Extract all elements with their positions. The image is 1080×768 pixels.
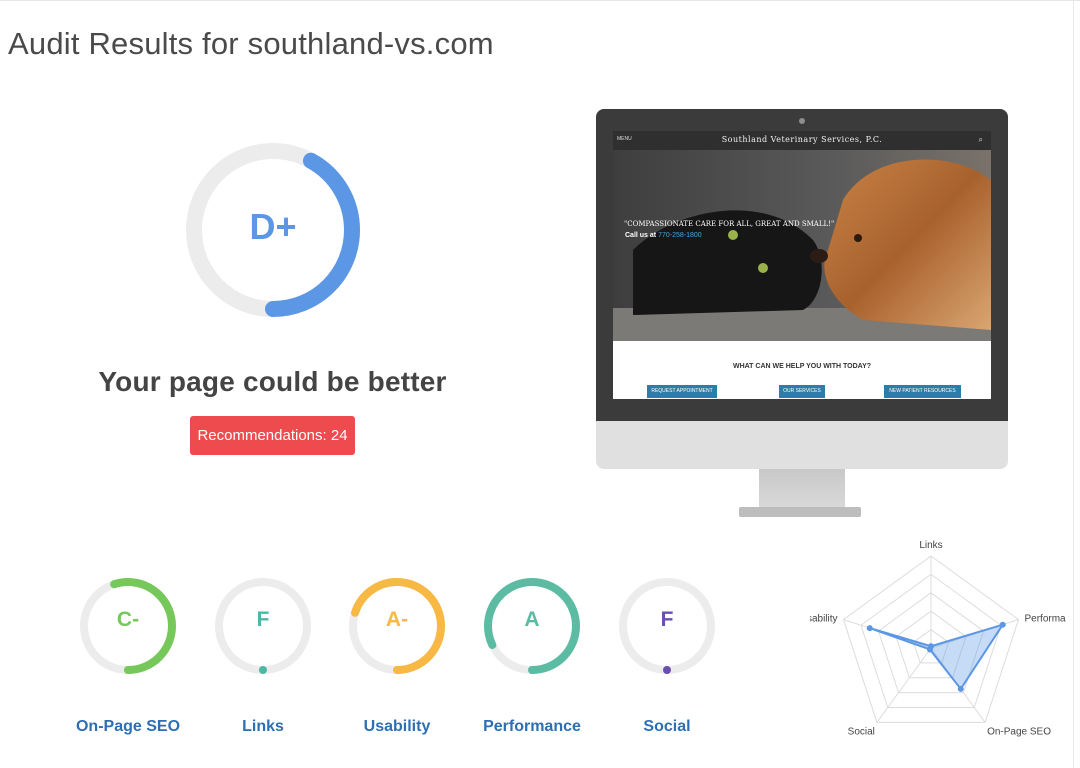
score-ring-onpage-seo: C-: [78, 564, 178, 688]
links-link[interactable]: Links: [193, 718, 333, 736]
performance-link[interactable]: Performance: [462, 718, 602, 736]
site-hero-quote: "COMPASSIONATE CARE FOR ALL, GREAT AND S…: [624, 220, 835, 228]
site-button-appointment: REQUEST APPOINTMENT: [647, 385, 717, 398]
monitor-camera: [799, 118, 805, 124]
search-icon: ⌕: [978, 135, 983, 144]
performance-grade: A: [524, 608, 540, 631]
site-phone: 770-258-1800: [658, 232, 702, 239]
site-screenshot: MENU Southland Veterinary Services, P.C.…: [613, 131, 991, 399]
site-button-services: OUR SERVICES: [779, 385, 825, 398]
onpage-seo-link[interactable]: On-Page SEO: [58, 718, 198, 736]
top-border: [0, 0, 1080, 1]
radar-point: [957, 685, 964, 692]
onpage-seo-grade: C-: [116, 608, 140, 631]
score-zero-dot: [259, 666, 267, 674]
monitor-stand-foot: [739, 507, 861, 517]
links-grade: F: [256, 608, 270, 631]
overall-grade: D+: [249, 206, 297, 247]
usability-link[interactable]: Usability: [327, 718, 467, 736]
monitor-chin: [596, 421, 1008, 469]
score-ring-performance: A: [482, 564, 582, 688]
monitor-bezel: MENU Southland Veterinary Services, P.C.…: [596, 109, 1008, 421]
recommendations-button[interactable]: Recommendations: 24: [190, 416, 355, 455]
monitor-stand-neck: [759, 469, 845, 509]
radar-point: [926, 646, 933, 653]
radar-area: [869, 622, 1006, 691]
call-label: Call us at: [625, 232, 657, 239]
right-border: [1073, 0, 1074, 768]
site-call-line: Call us at 770-258-1800: [625, 232, 702, 239]
score-ring-social: F: [617, 564, 717, 688]
social-grade: F: [660, 608, 674, 631]
overall-headline: Your page could be better: [98, 366, 447, 397]
site-help-title: WHAT CAN WE HELP YOU WITH TODAY?: [732, 363, 872, 370]
site-hero-image: "COMPASSIONATE CARE FOR ALL, GREAT AND S…: [613, 150, 991, 341]
radar-axis-label: Social: [848, 726, 875, 737]
site-header-bar: MENU Southland Veterinary Services, P.C.…: [613, 131, 991, 150]
radar-point: [866, 625, 873, 632]
radar-axis-label: Usability: [810, 614, 838, 625]
site-button-resources: NEW PATIENT RESOURCES: [884, 385, 961, 398]
radar-axis-label: On-Page SEO: [987, 726, 1051, 737]
pets-photo: [613, 150, 991, 341]
radar-axis-line: [876, 647, 932, 723]
usability-grade: A-: [385, 608, 409, 631]
social-link[interactable]: Social: [597, 718, 737, 736]
page-title: Audit Results for southland-vs.com: [8, 26, 494, 61]
radar-axis-label: Links: [919, 540, 942, 551]
site-preview-monitor: MENU Southland Veterinary Services, P.C.…: [596, 109, 1008, 519]
score-ring-usability: A-: [347, 564, 447, 688]
score-ring-links: F: [213, 564, 313, 688]
category-radar-chart: Links Performance On-Page SEO Social Usabili…: [810, 540, 1066, 737]
site-title: Southland Veterinary Services, P.C.: [721, 135, 883, 144]
radar-axis-label: Performance: [1024, 614, 1066, 625]
radar-point: [999, 621, 1006, 628]
score-zero-dot: [663, 666, 671, 674]
